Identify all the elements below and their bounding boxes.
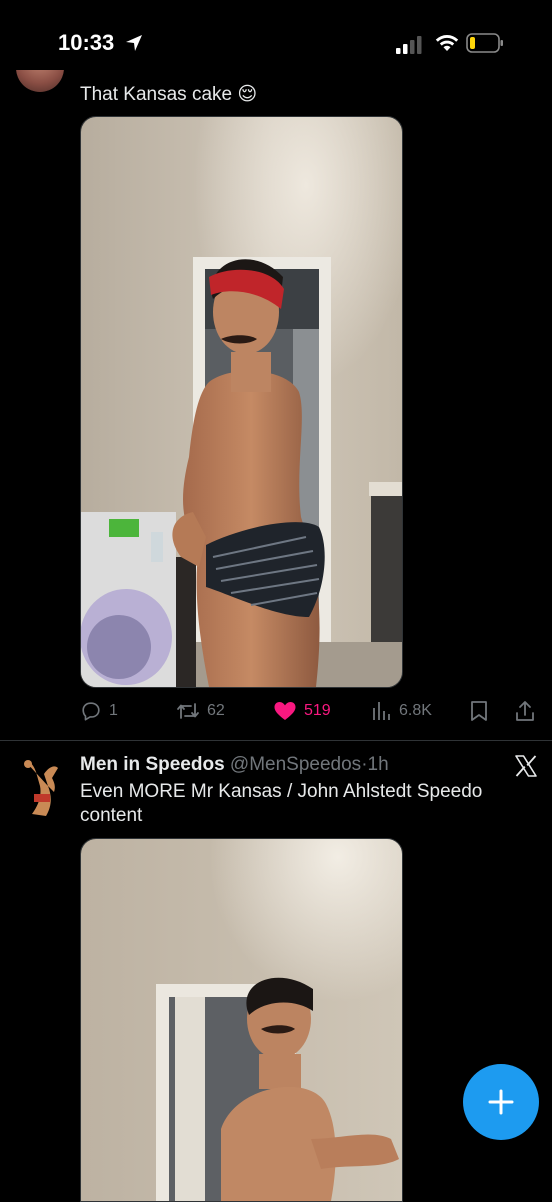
video-frame-2 [81, 839, 402, 1201]
reply-icon [82, 702, 100, 721]
x-logo-icon [515, 755, 537, 777]
reply-button[interactable]: 1 [80, 698, 118, 724]
video-frame-1 [81, 117, 402, 687]
repost-button[interactable]: 62 [176, 698, 225, 724]
author-avatar[interactable] [18, 756, 66, 818]
views-button[interactable]: 6.8K [372, 698, 432, 724]
location-arrow-icon [126, 35, 142, 51]
status-time: 10:33 [58, 30, 115, 55]
compose-button[interactable] [463, 1064, 539, 1140]
heart-filled-icon [274, 702, 296, 720]
repost-count: 62 [207, 702, 225, 719]
tweet-1-text: That Kansas cake 😌 [80, 84, 258, 105]
share-button[interactable] [514, 698, 536, 724]
bookmark-button[interactable] [469, 698, 489, 724]
tweet-2-header: Men in Speedos @MenSpeedos·1h [80, 754, 389, 776]
view-count: 6.8K [399, 702, 432, 719]
tweet-2-text: Even MORE Mr Kansas / John Ahlstedt Spee… [80, 781, 483, 826]
author-avatar[interactable] [16, 70, 64, 92]
bookmark-icon [471, 701, 487, 721]
tweet-1-video[interactable] [80, 116, 403, 688]
wifi-icon [435, 35, 459, 51]
battery-low-icon [466, 33, 503, 53]
status-bar: 10:33 [0, 0, 552, 88]
like-button[interactable]: 519 [273, 698, 331, 724]
tweet-2-video[interactable] [80, 838, 403, 1202]
user-handle[interactable]: @MenSpeedos [230, 754, 361, 775]
share-icon [516, 701, 534, 721]
tweet-divider [0, 740, 552, 741]
tweet-time: 1h [367, 754, 389, 775]
views-chart-icon [373, 702, 390, 720]
reply-count: 1 [109, 702, 118, 719]
like-count: 519 [304, 702, 331, 719]
display-name[interactable]: Men in Speedos [80, 754, 225, 775]
cellular-signal-icon [396, 36, 422, 54]
repost-icon [177, 703, 199, 719]
plus-icon [488, 1089, 514, 1115]
